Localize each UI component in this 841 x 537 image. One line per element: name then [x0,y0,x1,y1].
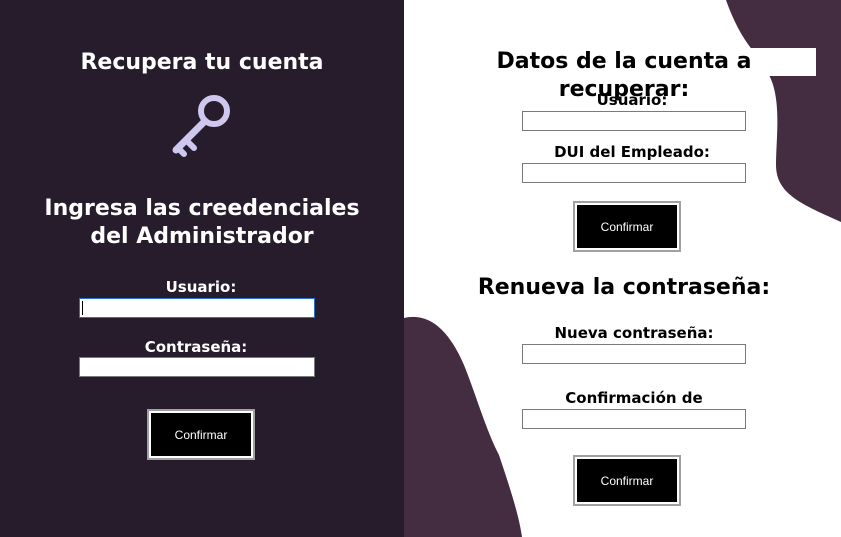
admin-instructions-line-1: Ingresa las creedenciales [44,196,360,221]
dui-input[interactable] [522,163,746,183]
admin-instructions: Ingresa las creedenciales del Administra… [0,195,404,251]
renew-password-title: Renueva la contraseña: [477,275,771,300]
password-confirm-button[interactable]: Confirmar [573,455,681,506]
recover-username-input[interactable] [522,111,746,131]
admin-credentials-panel: Recupera tu cuenta Ingresa las creedenci… [0,0,404,537]
recover-username-label: Usuario: [596,91,668,109]
text-cursor [82,301,83,315]
admin-password-label: Contraseña: [144,338,248,356]
account-recovery-panel: Datos de la cuenta a recuperar: Usuario:… [404,0,841,537]
new-password-label: Nueva contraseña: [554,324,714,342]
admin-confirm-button[interactable]: Confirmar [147,409,255,460]
dui-label: DUI del Empleado: [554,143,710,161]
new-password-input[interactable] [522,344,746,364]
confirm-password-input[interactable] [522,409,746,429]
key-icon [172,95,230,157]
admin-instructions-line-2: del Administrador [90,224,314,249]
recover-account-title: Recupera tu cuenta [80,50,324,75]
bottom-left-blob [404,316,522,537]
account-data-title: Datos de la cuenta a recuperar: [432,48,816,102]
admin-username-label: Usuario: [165,278,237,296]
admin-password-input[interactable] [79,357,315,377]
admin-username-input[interactable] [79,298,315,318]
account-confirm-button[interactable]: Confirmar [573,201,681,252]
